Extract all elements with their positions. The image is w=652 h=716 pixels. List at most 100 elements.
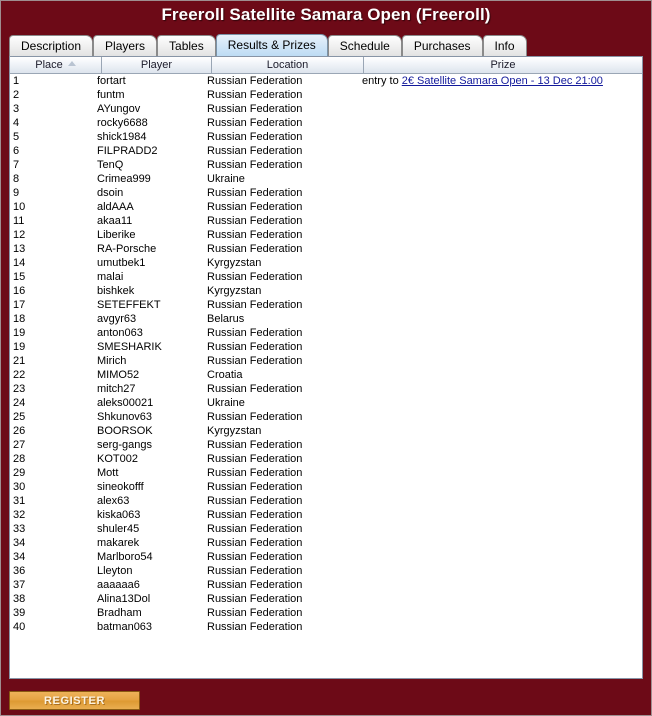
tab-results-prizes[interactable]: Results & Prizes	[215, 34, 328, 56]
cell-location: Belarus	[207, 313, 245, 325]
sort-ascending-icon	[67, 61, 76, 66]
cell-place: 23	[13, 383, 26, 395]
cell-place: 34	[13, 551, 26, 563]
register-button[interactable]: REGISTER	[9, 691, 140, 710]
tab-purchases[interactable]: Purchases	[401, 35, 483, 56]
table-row[interactable]: 25 Shkunov63 Russian Federation	[10, 410, 642, 424]
tab-description[interactable]: Description	[9, 35, 94, 56]
cell-location: Kyrgyzstan	[207, 285, 262, 297]
table-row[interactable]: 40 batman063 Russian Federation	[10, 620, 642, 634]
table-row[interactable]: 34 makarek Russian Federation	[10, 536, 642, 550]
table-row[interactable]: 22 MIMO52 Croatia	[10, 368, 642, 382]
cell-place: 7	[13, 159, 20, 171]
cell-location: Russian Federation	[207, 537, 303, 549]
table-row[interactable]: 9 dsoin Russian Federation	[10, 186, 642, 200]
cell-location: Russian Federation	[207, 355, 303, 367]
table-row[interactable]: 7 TenQ Russian Federation	[10, 158, 642, 172]
column-header-place[interactable]: Place	[10, 57, 102, 73]
table-row[interactable]: 10 aldAAA Russian Federation	[10, 200, 642, 214]
table-row[interactable]: 29 Mott Russian Federation	[10, 466, 642, 480]
table-row[interactable]: 1 fortart Russian Federation entry to 2€ Sa…	[10, 74, 642, 88]
cell-player: Lleyton	[97, 565, 133, 577]
tab-info[interactable]: Info	[482, 35, 527, 56]
table-row[interactable]: 24 aleks00021 Ukraine	[10, 396, 642, 410]
column-header-player[interactable]: Player	[102, 57, 212, 73]
table-row[interactable]: 27 serg-gangs Russian Federation	[10, 438, 642, 452]
table-row[interactable]: 33 shuler45 Russian Federation	[10, 522, 642, 536]
cell-place: 36	[13, 565, 26, 577]
cell-prize	[356, 396, 642, 410]
table-row[interactable]: 18 avgyr63 Belarus	[10, 312, 642, 326]
table-row[interactable]: 19 anton063 Russian Federation	[10, 326, 642, 340]
cell-location: Russian Federation	[207, 467, 303, 479]
cell-location: Croatia	[207, 369, 243, 381]
column-header-location[interactable]: Location	[212, 57, 364, 73]
table-row[interactable]: 23 mitch27 Russian Federation	[10, 382, 642, 396]
cell-player: mitch27	[97, 383, 136, 395]
cell-location: Russian Federation	[207, 145, 303, 157]
cell-prize	[356, 536, 642, 550]
cell-prize	[356, 550, 642, 564]
column-header-label-player: Player	[140, 59, 173, 71]
cell-prize	[356, 382, 642, 396]
table-row[interactable]: 11 akaa11 Russian Federation	[10, 214, 642, 228]
table-row[interactable]: 14 umutbek1 Kyrgyzstan	[10, 256, 642, 270]
cell-place: 13	[13, 243, 26, 255]
cell-prize	[356, 578, 642, 592]
table-row[interactable]: 21 Mirich Russian Federation	[10, 354, 642, 368]
table-row[interactable]: 28 KOT002 Russian Federation	[10, 452, 642, 466]
table-row[interactable]: 37 aaaaaa6 Russian Federation	[10, 578, 642, 592]
table-row[interactable]: 36 Lleyton Russian Federation	[10, 564, 642, 578]
table-header-row: Place Player Location Prize	[10, 57, 642, 74]
register-button-label: REGISTER	[43, 694, 106, 707]
cell-place: 11	[13, 215, 25, 227]
tab-schedule[interactable]: Schedule	[327, 35, 402, 56]
cell-prize	[356, 480, 642, 494]
cell-prize	[356, 606, 642, 620]
cell-player: FILPRADD2	[97, 145, 158, 157]
cell-prize	[356, 410, 642, 424]
table-row[interactable]: 3 AYungov Russian Federation	[10, 102, 642, 116]
table-row[interactable]: 2 funtm Russian Federation	[10, 88, 642, 102]
table-row[interactable]: 4 rocky6688 Russian Federation	[10, 116, 642, 130]
table-row[interactable]: 13 RA-Porsche Russian Federation	[10, 242, 642, 256]
cell-player: Alina13Dol	[97, 593, 151, 605]
table-body[interactable]: 1 fortart Russian Federation entry to 2€ Sa…	[10, 74, 642, 678]
table-row[interactable]: 5 shick1984 Russian Federation	[10, 130, 642, 144]
table-row[interactable]: 6 FILPRADD2 Russian Federation	[10, 144, 642, 158]
prize-satellite-link[interactable]: 2€ Satellite Samara Open - 13 Dec 21:00	[402, 75, 603, 87]
tab-tables[interactable]: Tables	[157, 35, 216, 56]
table-row[interactable]: 19 SMESHARIK Russian Federation	[10, 340, 642, 354]
prize-prefix: entry to	[362, 75, 402, 87]
cell-prize	[356, 130, 642, 144]
table-row[interactable]: 8 Crimea999 Ukraine	[10, 172, 642, 186]
table-row[interactable]: 30 sineokofff Russian Federation	[10, 480, 642, 494]
cell-location: Russian Federation	[207, 495, 303, 507]
table-row[interactable]: 39 Bradham Russian Federation	[10, 606, 642, 620]
table-row[interactable]: 26 BOORSOK Kyrgyzstan	[10, 424, 642, 438]
cell-place: 22	[13, 369, 26, 381]
table-row[interactable]: 38 Alina13Dol Russian Federation	[10, 592, 642, 606]
cell-location: Russian Federation	[207, 565, 303, 577]
table-row[interactable]: 34 Marlboro54 Russian Federation	[10, 550, 642, 564]
cell-prize	[356, 620, 642, 634]
tab-players[interactable]: Players	[93, 35, 158, 56]
table-row[interactable]: 15 malai Russian Federation	[10, 270, 642, 284]
cell-player: makarek	[97, 537, 140, 549]
cell-prize	[356, 242, 642, 256]
column-header-prize[interactable]: Prize	[364, 57, 642, 73]
column-header-label-prize: Prize	[490, 59, 516, 71]
cell-location: Russian Federation	[207, 131, 303, 143]
cell-location: Russian Federation	[207, 159, 303, 171]
tab-bar: Description Players Tables Results & Prizes…	[9, 34, 527, 56]
cell-place: 29	[13, 467, 26, 479]
cell-location: Russian Federation	[207, 243, 303, 255]
cell-player: shuler45	[97, 523, 140, 535]
table-row[interactable]: 17 SETEFFEKT Russian Federation	[10, 298, 642, 312]
cell-place: 6	[13, 145, 20, 157]
table-row[interactable]: 31 alex63 Russian Federation	[10, 494, 642, 508]
table-row[interactable]: 12 Liberike Russian Federation	[10, 228, 642, 242]
table-row[interactable]: 32 kiska063 Russian Federation	[10, 508, 642, 522]
table-row[interactable]: 16 bishkek Kyrgyzstan	[10, 284, 642, 298]
cell-player: dsoin	[97, 187, 124, 199]
